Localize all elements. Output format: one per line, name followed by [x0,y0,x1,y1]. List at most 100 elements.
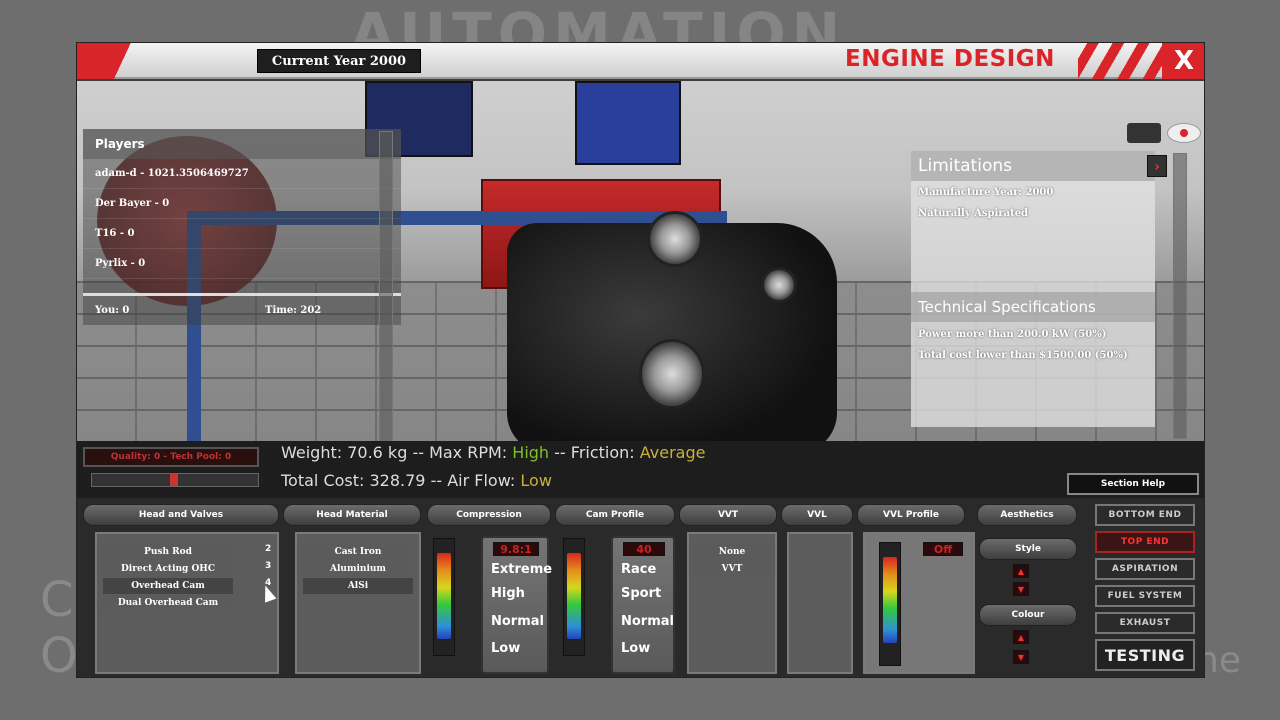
player-row: adam-d - 1021.3506469727 [83,159,401,189]
compression-ratio-display: 9.8:1 [493,542,539,556]
section-label: VVT [717,510,739,520]
head-material-option[interactable]: Aluminium [303,561,413,577]
vvt-option[interactable]: None [695,544,769,560]
aesthetics-header: Aesthetics [977,504,1077,526]
section-label: VVL Profile [883,510,939,520]
wall-blueprint [575,81,681,165]
cam-profile-header: Cam Profile [555,504,675,526]
player-row: Der Bayer - 0 [83,189,401,219]
players-footer: You: 0 Time: 202 [83,293,401,325]
vvt-header: VVT [679,504,777,526]
bottom-end-button[interactable]: BOTTOM END [1095,504,1195,526]
head-valves-list: Push Rod Direct Acting OHC Overhead Cam … [95,532,279,674]
colour-text: Colour [1011,610,1045,620]
exhaust-button[interactable]: EXHAUST [1095,612,1195,634]
settings-panel: Head and Valves Head Material Compressio… [77,498,1204,677]
testing-button[interactable]: TESTING [1095,639,1195,671]
vvl-header: VVL [781,504,853,526]
cam-profile-option[interactable]: Sport [621,586,661,601]
cam-profile-display: 40 [623,542,665,556]
stats-bar: Quality: 0 - Tech Pool: 0 Weight: 70.6 k… [77,441,1204,498]
head-valves-option[interactable]: Overhead Cam [103,578,233,594]
head-material-list: Cast Iron Aluminium AlSi [295,532,421,674]
tech-spec-item: Power more than 200.0 kW (50%) [918,329,1107,340]
cam-profile-options: 40 Race Sport Normal Low [611,536,675,674]
head-material-option[interactable]: AlSi [303,578,413,594]
compression-gauge[interactable] [433,538,455,656]
time-remaining: Time: 202 [265,305,322,316]
compression-option[interactable]: Extreme [491,562,552,577]
style-up-button[interactable]: ▲ [1013,564,1029,578]
max-rpm-value: High [512,443,550,462]
quality-display: Quality: 0 - Tech Pool: 0 [83,447,259,467]
players-panel: Players adam-d - 1021.3506469727 Der Bay… [83,129,401,325]
cam-profile-option[interactable]: Low [621,641,650,656]
gauge-bars [567,553,581,639]
engine-pulley [639,339,705,409]
quality-slider[interactable] [91,473,259,487]
cost-airflow-line: Total Cost: 328.79 -- Air Flow: Low [281,471,552,490]
cam-profile-option[interactable]: Normal [621,614,674,629]
vvl-profile-gauge[interactable] [879,542,901,666]
section-label: Cam Profile [585,510,645,520]
cost-label: Total Cost: 328.79 -- Air Flow: [281,471,521,490]
fuel-system-button[interactable]: FUEL SYSTEM [1095,585,1195,607]
vvl-profile-header: VVL Profile [857,504,965,526]
style-down-button[interactable]: ▼ [1013,582,1029,596]
vvl-profile-display: Off [923,542,963,556]
style-label: Style [979,538,1077,560]
limitations-scrollbar[interactable] [1173,153,1187,439]
background-text-fragment: O [40,628,78,684]
limitations-panel: Limitations › Manufacture Year: 2000 Nat… [911,151,1167,427]
gauge-bars [437,553,451,639]
engine-pulley [647,211,703,267]
you-score: You: 0 [95,305,130,316]
decor-stripes [1078,43,1162,79]
head-valves-option[interactable]: Direct Acting OHC [103,561,233,577]
vvt-list: None VVT [687,532,777,674]
head-valves-header: Head and Valves [83,504,279,526]
slider-knob[interactable] [170,474,178,486]
cam-profile-gauge[interactable] [563,538,585,656]
players-title: Players [83,129,401,159]
title-bar: Current Year 2000 ENGINE DESIGN X [77,43,1204,79]
section-help-button[interactable]: Section Help [1067,473,1199,495]
aspiration-button[interactable]: ASPIRATION [1095,558,1195,580]
colour-down-button[interactable]: ▼ [1013,650,1029,664]
section-label: Compression [456,510,522,520]
eye-icon[interactable] [1167,123,1201,143]
close-button[interactable]: X [1162,43,1204,79]
player-row: T16 - 0 [83,219,401,249]
decor-stripe [77,43,137,79]
compression-option[interactable]: Low [491,641,520,656]
tech-specs-title: Technical Specifications [911,292,1155,322]
valve-count: 2 [265,544,272,554]
section-label: Head Material [316,510,388,520]
section-label: Aesthetics [1000,510,1054,520]
section-label: Head and Valves [138,510,224,520]
limitations-title: Limitations [911,151,1155,181]
engine-3d-view[interactable]: Players adam-d - 1021.3506469727 Der Bay… [77,81,1204,441]
chevron-right-icon[interactable]: › [1147,155,1167,177]
player-row: Pyrlix - 0 [83,249,401,279]
head-valves-option[interactable]: Dual Overhead Cam [103,595,233,611]
compression-option[interactable]: High [491,586,525,601]
limitation-item: Naturally Aspirated [918,208,1029,219]
style-text: Style [1015,544,1041,554]
vvt-option[interactable]: VVT [695,561,769,577]
weight-rpm-friction-line: Weight: 70.6 kg -- Max RPM: High -- Fric… [281,443,705,462]
camera-icon[interactable] [1127,123,1161,143]
compression-option[interactable]: Normal [491,614,544,629]
limitation-item: Manufacture Year: 2000 [918,187,1054,198]
gauge-bars [883,557,897,643]
players-scrollbar[interactable] [379,131,393,441]
compression-header: Compression [427,504,551,526]
engine-pulley [761,267,797,303]
cam-profile-option[interactable]: Race [621,562,656,577]
friction-label: -- Friction: [549,443,640,462]
head-valves-option[interactable]: Push Rod [103,544,233,560]
head-material-option[interactable]: Cast Iron [303,544,413,560]
colour-up-button[interactable]: ▲ [1013,630,1029,644]
top-end-button[interactable]: TOP END [1095,531,1195,553]
head-material-header: Head Material [283,504,421,526]
